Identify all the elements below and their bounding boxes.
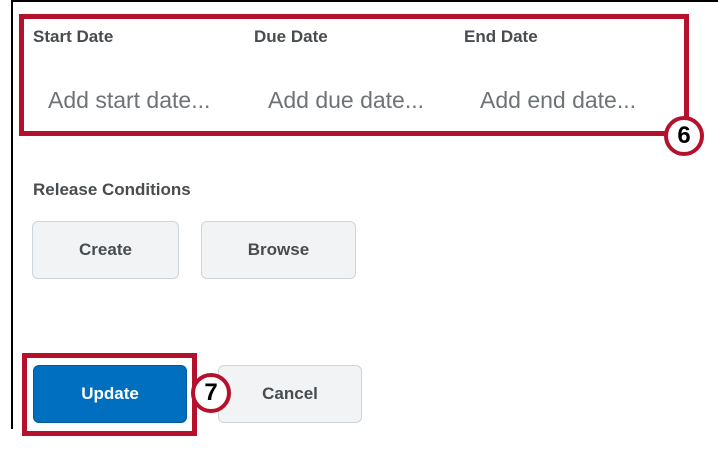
release-conditions-label: Release Conditions — [33, 180, 191, 199]
frame-border-left — [11, 0, 13, 429]
update-highlight-box — [22, 353, 197, 436]
dates-highlight-box — [19, 14, 689, 136]
edit-dates-panel: Start Date Due Date End Date Add start d… — [0, 0, 718, 449]
step-7-callout: 7 — [191, 373, 231, 413]
step-6-callout: 6 — [664, 116, 704, 156]
create-condition-button[interactable]: Create — [32, 221, 179, 279]
frame-border-top — [11, 0, 718, 2]
browse-conditions-button[interactable]: Browse — [201, 221, 356, 279]
cancel-button[interactable]: Cancel — [218, 365, 362, 423]
